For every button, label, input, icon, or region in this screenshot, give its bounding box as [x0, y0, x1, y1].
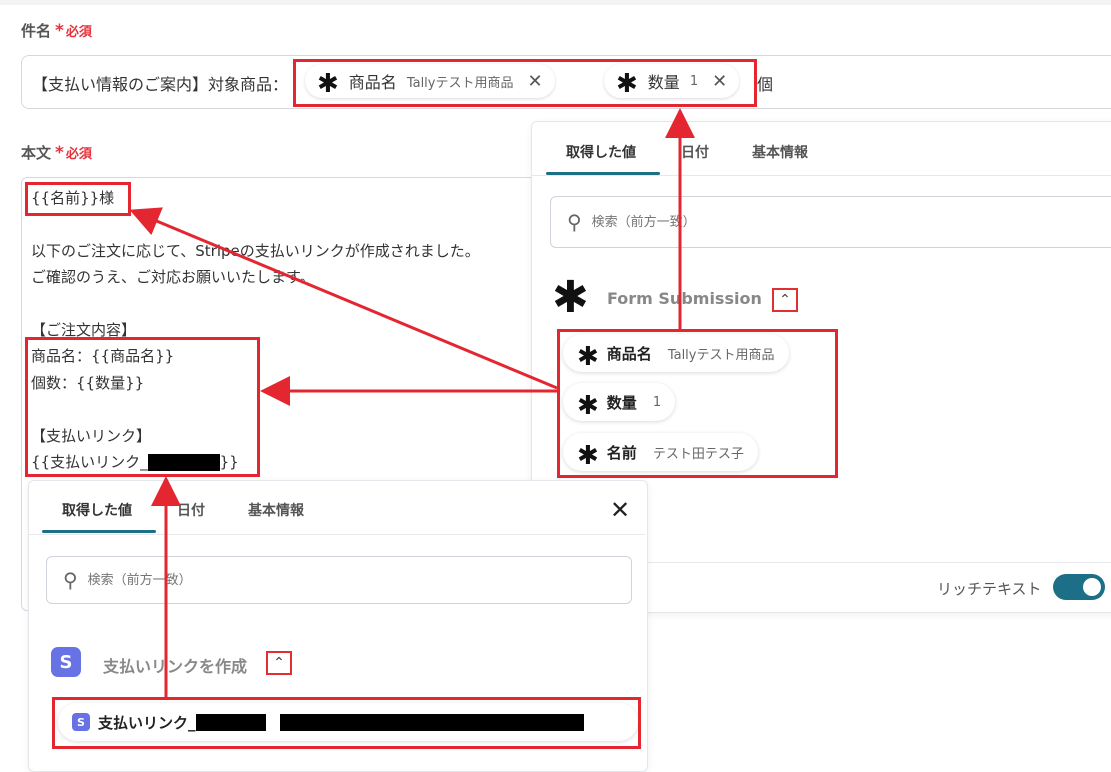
- highlight-subject-chips: [293, 59, 757, 107]
- stripe-icon: S: [51, 647, 81, 677]
- highlight-form-items: [557, 329, 838, 478]
- body-label-row: 本文 * 必須: [21, 142, 92, 163]
- body-line-intro: 以下のご注文に応じて、Stripeの支払いリンクが作成されました。: [31, 242, 480, 260]
- caret-up-icon[interactable]: ⌃: [772, 288, 798, 312]
- search-icon: ⚲: [567, 210, 582, 234]
- required-badge: * 必須: [55, 21, 92, 41]
- group-title-form-submission: Form Submission: [607, 289, 762, 308]
- top-divider: [0, 0, 1111, 5]
- tab-divider: [532, 175, 1111, 176]
- close-icon[interactable]: ✕: [610, 496, 630, 524]
- search-input[interactable]: [85, 571, 290, 589]
- rich-text-toggle[interactable]: [1053, 574, 1105, 600]
- tab-acquired-values[interactable]: 取得した値: [566, 142, 636, 162]
- highlight-payment-link-item: [52, 697, 641, 749]
- search-input[interactable]: [589, 213, 794, 231]
- tab-date[interactable]: 日付: [681, 142, 709, 162]
- group-title-create-payment-link: 支払いリンクを作成: [103, 657, 248, 676]
- tab-divider: [29, 534, 645, 535]
- highlight-order-block: [25, 337, 260, 477]
- highlight-name-variable: [25, 182, 131, 216]
- subject-label: 件名: [21, 22, 52, 40]
- body-line-request: ご確認のうえ、ご対応お願いいたします。: [31, 268, 315, 286]
- caret-up-icon[interactable]: ⌃: [266, 651, 292, 675]
- search-icon: ⚲: [63, 568, 78, 592]
- subject-prefix-text: 【支払い情報のご案内】対象商品：: [32, 75, 289, 94]
- tab-basic-info[interactable]: 基本情報: [752, 142, 808, 162]
- rich-text-label: リッチテキスト: [937, 580, 1042, 598]
- subject-label-row: 件名 * 必須: [21, 20, 92, 41]
- tab-active-indicator: [42, 530, 156, 533]
- subject-suffix-text: 個: [757, 75, 774, 94]
- tab-basic-info[interactable]: 基本情報: [248, 500, 304, 520]
- search-field[interactable]: ⚲: [550, 196, 1111, 248]
- search-field[interactable]: ⚲: [46, 556, 632, 604]
- panel-footer-divider: [645, 562, 1111, 563]
- body-label: 本文: [21, 144, 52, 162]
- required-badge: * 必須: [55, 143, 92, 163]
- asterisk-icon: ✱: [552, 272, 589, 323]
- tab-date[interactable]: 日付: [177, 500, 205, 520]
- tab-acquired-values[interactable]: 取得した値: [62, 500, 132, 520]
